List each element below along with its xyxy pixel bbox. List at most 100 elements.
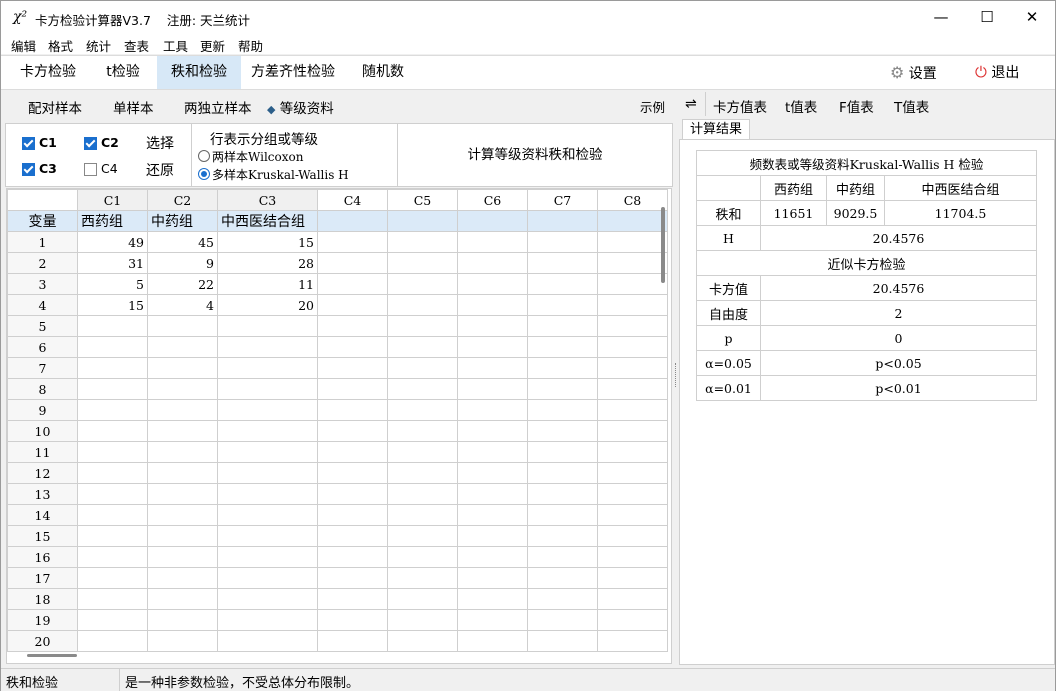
subtab-paired[interactable]: 配对样本 [28, 97, 82, 117]
checkbox-c1[interactable] [22, 137, 35, 150]
grid-cell[interactable] [217, 378, 318, 400]
grid-cell[interactable] [77, 483, 148, 505]
tab-chi-square[interactable]: 卡方检验 [7, 56, 89, 89]
col-header[interactable]: C8 [597, 189, 668, 211]
grid-cell[interactable] [147, 357, 218, 379]
var-name-cell[interactable] [457, 210, 528, 232]
grid-cell[interactable]: 15 [77, 294, 148, 316]
grid-cell[interactable] [527, 336, 598, 358]
grid-cell[interactable] [77, 588, 148, 610]
grid-cell[interactable] [527, 441, 598, 463]
col-header[interactable]: C4 [317, 189, 388, 211]
grid-cell[interactable] [387, 399, 458, 421]
grid-cell[interactable] [217, 567, 318, 589]
row-header[interactable]: 17 [7, 567, 78, 589]
grid-cell[interactable]: 15 [217, 231, 318, 253]
grid-cell[interactable] [457, 294, 528, 316]
exit-button[interactable]: ⏻ 退出 [975, 56, 1019, 89]
grid-cell[interactable] [527, 483, 598, 505]
grid-cell[interactable] [217, 462, 318, 484]
grid-cell[interactable] [597, 336, 668, 358]
grid-cell[interactable] [147, 399, 218, 421]
grid-cell[interactable] [527, 546, 598, 568]
grid-cell[interactable] [217, 504, 318, 526]
row-header[interactable]: 10 [7, 420, 78, 442]
grid-cell[interactable] [527, 399, 598, 421]
var-name-cell[interactable] [317, 210, 388, 232]
grid-cell[interactable] [597, 588, 668, 610]
grid-cell[interactable]: 20 [217, 294, 318, 316]
grid-cell[interactable] [457, 315, 528, 337]
grid-cell[interactable] [387, 420, 458, 442]
grid-cell[interactable]: 49 [77, 231, 148, 253]
grid-cell[interactable] [597, 525, 668, 547]
grid-cell[interactable] [317, 483, 388, 505]
grid-cell[interactable] [527, 567, 598, 589]
grid-cell[interactable] [317, 315, 388, 337]
grid-cell[interactable] [147, 567, 218, 589]
grid-cell[interactable] [147, 441, 218, 463]
menu-tools[interactable]: 工具 [163, 36, 188, 55]
grid-cell[interactable] [317, 294, 388, 316]
settings-button[interactable]: ⚙ 设置 [890, 56, 937, 89]
grid-cell[interactable] [457, 588, 528, 610]
grid-cell[interactable] [77, 357, 148, 379]
grid-cell[interactable] [77, 462, 148, 484]
row-header[interactable]: 4 [7, 294, 78, 316]
close-button[interactable]: ✕ [1009, 1, 1055, 34]
grid-cell[interactable] [317, 504, 388, 526]
var-name-cell[interactable] [527, 210, 598, 232]
radio-kruskal-wallis[interactable] [198, 168, 210, 180]
subtab-ordinal[interactable]: ◆ 等级资料 [267, 97, 334, 117]
grid-cell[interactable]: 4 [147, 294, 218, 316]
grid-cell[interactable] [527, 378, 598, 400]
grid-cell[interactable] [317, 441, 388, 463]
grid-cell[interactable] [217, 420, 318, 442]
grid-cell[interactable] [77, 504, 148, 526]
tab-chi-table[interactable]: 卡方值表 [713, 96, 767, 116]
grid-cell[interactable] [77, 567, 148, 589]
grid-cell[interactable] [457, 252, 528, 274]
grid-cell[interactable] [317, 462, 388, 484]
grid-cell[interactable] [147, 588, 218, 610]
grid-cell[interactable] [217, 609, 318, 631]
grid-cell[interactable] [527, 525, 598, 547]
grid-cell[interactable] [457, 567, 528, 589]
grid-cell[interactable] [597, 294, 668, 316]
tab-t-test[interactable]: t检验 [89, 56, 157, 89]
grid-cell[interactable] [457, 525, 528, 547]
grid-cell[interactable] [317, 420, 388, 442]
grid-cell[interactable] [457, 336, 528, 358]
grid-cell[interactable]: 45 [147, 231, 218, 253]
row-header[interactable]: 6 [7, 336, 78, 358]
row-header[interactable]: 9 [7, 399, 78, 421]
menu-update[interactable]: 更新 [200, 36, 225, 55]
grid-cell[interactable]: 11 [217, 273, 318, 295]
grid-cell[interactable] [147, 525, 218, 547]
grid-cell[interactable] [217, 336, 318, 358]
grid-cell[interactable] [597, 609, 668, 631]
grid-cell[interactable] [527, 504, 598, 526]
menu-lookup[interactable]: 查表 [124, 36, 149, 55]
row-header[interactable]: 18 [7, 588, 78, 610]
grid-cell[interactable] [527, 231, 598, 253]
row-header[interactable]: 13 [7, 483, 78, 505]
grid-cell[interactable] [317, 588, 388, 610]
row-header[interactable]: 15 [7, 525, 78, 547]
grid-cell[interactable] [317, 231, 388, 253]
grid-cell[interactable]: 31 [77, 252, 148, 274]
grid-cell[interactable] [387, 525, 458, 547]
grid-cell[interactable] [597, 315, 668, 337]
grid-cell[interactable] [387, 357, 458, 379]
menu-edit[interactable]: 编辑 [11, 36, 36, 55]
var-name-cell[interactable]: 中西医结合组 [217, 210, 318, 232]
grid-cell[interactable] [147, 315, 218, 337]
col-header[interactable]: C1 [77, 189, 148, 211]
grid-cell[interactable] [147, 336, 218, 358]
var-name-cell[interactable] [387, 210, 458, 232]
grid-cell[interactable]: 28 [217, 252, 318, 274]
grid-cell[interactable] [597, 231, 668, 253]
row-header[interactable]: 2 [7, 252, 78, 274]
tab-T-table[interactable]: T值表 [894, 96, 929, 116]
grid-cell[interactable] [217, 357, 318, 379]
